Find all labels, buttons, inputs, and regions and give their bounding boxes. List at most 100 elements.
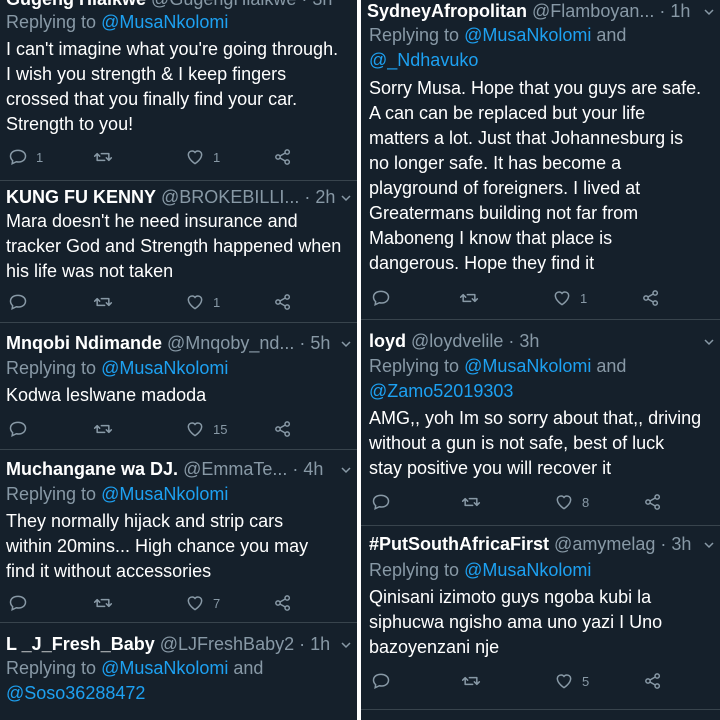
author-name[interactable]: Gugeng Hlalkwe [6,0,146,9]
author-handle[interactable]: @Flamboyan... · 1h [532,1,690,21]
reply-button[interactable] [8,593,28,613]
like-button[interactable]: 15 [185,419,227,439]
right-screenshot-column: SydneyAfropolitan @Flamboyan... · 1h Rep… [361,0,720,720]
chevron-down-icon[interactable] [704,540,714,550]
replying-to: Replying to @MusaNkolomi and @_Ndhavuko [369,23,714,73]
replying-to-text[interactable]: Replying to @MusaNkolomi and [369,25,626,45]
share-button[interactable] [273,593,293,613]
like-button[interactable]: 1 [552,288,587,308]
chevron-down-icon[interactable] [704,7,714,17]
reply-button[interactable] [8,419,28,439]
heart-icon [554,492,574,512]
like-count: 1 [213,294,221,310]
like-button[interactable]: 8 [554,492,589,512]
share-button[interactable] [643,492,663,512]
tweet[interactable]: KUNG FU KENNY @BROKEBILLI... · 2h Mara d… [0,181,357,323]
tweet[interactable]: L _J_Fresh_Baby @LJFreshBaby2 · 1h Reply… [0,623,357,720]
reply-button[interactable] [8,292,28,312]
tweet-text-line: They normally hijack and strip cars [6,511,284,531]
retweet-button[interactable] [92,147,114,167]
reply-icon [8,419,28,439]
tweet-actions: 1 1 [0,147,357,167]
chevron-down-icon[interactable] [341,339,351,349]
chevron-down-icon[interactable] [704,337,714,347]
tweet-header: Muchangane wa DJ. @EmmaTe... · 4h [6,457,351,481]
retweet-button[interactable] [460,671,482,691]
tweet-text-line: AMG,, yoh Im so sorry about that,, drivi… [369,408,702,428]
author-handle[interactable]: @Mnqoby_nd... · 5h [167,333,330,353]
replying-to-text[interactable]: Replying to @MusaNkolomi [6,12,228,32]
author-name[interactable]: L _J_Fresh_Baby [6,634,155,654]
share-button[interactable] [643,671,663,691]
replying-to-text[interactable]: Replying to @MusaNkolomi [369,560,591,580]
reply-button[interactable] [371,288,391,308]
tweet-header: #PutSouthAfricaFirst @amymelag · 3h [369,532,714,556]
author-handle[interactable]: @LJFreshBaby2 · 1h [160,634,330,654]
tweet[interactable]: SydneyAfropolitan @Flamboyan... · 1h Rep… [361,0,720,320]
replying-to-mention[interactable]: @Zamo52019303 [369,381,513,401]
chevron-down-icon[interactable] [341,193,351,203]
tweet-text-line: tracker God and Strength happened when [6,236,342,256]
retweet-button[interactable] [92,419,114,439]
chevron-down-icon[interactable] [341,640,351,650]
author-name[interactable]: KUNG FU KENNY [6,187,156,207]
author-handle[interactable]: @amymelag · 3h [554,534,691,554]
retweet-button[interactable] [458,288,480,308]
author-name[interactable]: Muchangane wa DJ. [6,459,178,479]
share-button[interactable] [273,292,293,312]
reply-button[interactable] [371,492,391,512]
like-count: 8 [582,494,590,510]
author-handle[interactable]: @GugengHlalkwe · 3h [151,0,332,9]
tweet[interactable]: Mnqobi Ndimande @Mnqoby_nd... · 5h Reply… [0,323,357,450]
heart-icon [552,288,572,308]
replying-to: Replying to @MusaNkolomi [369,558,714,583]
retweet-button[interactable] [460,492,482,512]
reply-icon [8,147,28,167]
tweet[interactable]: Muchangane wa DJ. @EmmaTe... · 4h Replyi… [0,450,357,623]
retweet-icon [92,292,114,312]
share-button[interactable] [273,147,293,167]
heart-icon [185,292,205,312]
share-button[interactable] [273,419,293,439]
author-name[interactable]: Mnqobi Ndimande [6,333,162,353]
replying-to-text[interactable]: Replying to @MusaNkolomi [6,358,228,378]
heart-icon [554,671,574,691]
tweet[interactable]: loyd @loydvelile · 3h Replying to @MusaN… [361,320,720,526]
chevron-down-icon[interactable] [341,465,351,475]
reply-button[interactable]: 1 [8,147,43,167]
share-button[interactable] [641,288,661,308]
tweet-text-line: within 20mins... High chance you may [6,536,309,556]
like-button[interactable]: 1 [185,292,220,312]
author-handle[interactable]: @EmmaTe... · 4h [183,459,323,479]
tweet-actions: 7 [0,593,357,613]
author-handle[interactable]: @loydvelile · 3h [411,331,539,351]
tweet[interactable]: #PutSouthAfricaFirst @amymelag · 3h Repl… [361,526,720,710]
retweet-button[interactable] [92,593,114,613]
author-name[interactable]: #PutSouthAfricaFirst [369,534,549,554]
author-name[interactable]: loyd [369,331,406,351]
tweet-text-line: Greatermans building not far from [369,203,639,223]
tweet-text: I can't imagine what you're going throug… [6,37,353,137]
tweet[interactable]: Gugeng Hlalkwe @GugengHlalkwe · 3h Reply… [0,0,357,181]
retweet-icon [92,147,114,167]
tweet-text: Qinisani izimoto guys ngoba kubi la siph… [369,585,716,660]
like-button[interactable]: 5 [554,671,589,691]
author-name[interactable]: SydneyAfropolitan [367,1,527,21]
tweet-text-line: matters a lot. Just that Johannesburg is [369,128,684,148]
replying-to-text[interactable]: Replying to @MusaNkolomi and [6,658,263,678]
replying-to-text[interactable]: Replying to @MusaNkolomi [6,484,228,504]
tweet-actions: 5 [361,671,720,691]
author-handle[interactable]: @BROKEBILLI... · 2h [161,187,335,207]
tweet-header: KUNG FU KENNY @BROKEBILLI... · 2h [6,185,351,209]
like-button[interactable]: 1 [185,147,220,167]
replying-to-text[interactable]: Replying to @MusaNkolomi and [369,356,626,376]
reply-button[interactable] [371,671,391,691]
share-icon [273,593,293,613]
replying-to-mention[interactable]: @Soso36288472 [6,683,145,703]
tweet-text-line: siphucwa ngisho ama uno yazi I Uno [369,612,663,632]
tweet-header: L _J_Fresh_Baby @LJFreshBaby2 · 1h [6,632,351,656]
retweet-icon [458,288,480,308]
replying-to-mention[interactable]: @_Ndhavuko [369,50,478,70]
retweet-button[interactable] [92,292,114,312]
like-button[interactable]: 7 [185,593,220,613]
